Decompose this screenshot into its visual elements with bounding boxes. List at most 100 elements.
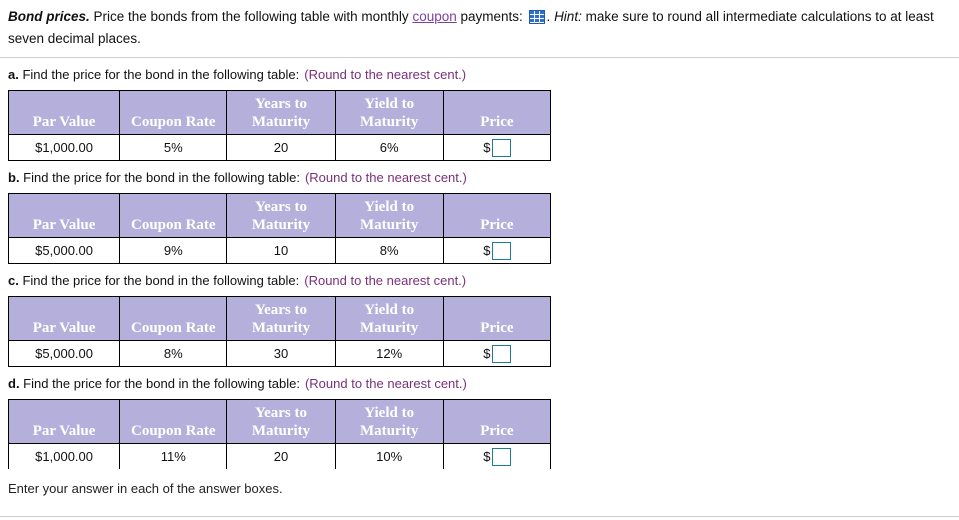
part-b-prompt: b. Find the price for the bond in the fo…: [8, 161, 959, 193]
col-header-par-value-line2: Par Value: [32, 423, 96, 439]
problem-statement: Bond prices. Price the bonds from the fo…: [0, 0, 959, 50]
col-header-years-line1: Years to: [254, 96, 308, 112]
part-a-prompt: a. Find the price for the bond in the fo…: [8, 58, 959, 90]
part-d-prompt-text: Find the price for the bond in the follo…: [19, 376, 300, 391]
col-header-coupon-rate-line2: Coupon Rate: [130, 423, 216, 439]
col-header-years-to-maturity: Years to Maturity: [226, 193, 336, 238]
col-header-yield-to-maturity: Yield to Maturity: [334, 296, 444, 341]
col-header-coupon-rate: Coupon Rate: [119, 399, 228, 444]
col-header-yield-line1: Yield to: [364, 405, 415, 421]
table-header-row: Par Value Coupon Rate Years to Maturity Y…: [8, 399, 551, 444]
dollar-sign: $: [483, 243, 491, 258]
cell-par-value: $1,000.00: [8, 443, 121, 469]
coupon-link[interactable]: coupon: [412, 9, 456, 24]
table-row: $1,000.00 5% 20 6% $: [8, 134, 551, 161]
part-d-letter: d.: [8, 376, 20, 391]
col-header-years-to-maturity: Years to Maturity: [226, 296, 336, 341]
part-a: a. Find the price for the bond in the fo…: [0, 58, 959, 161]
cell-price: $: [442, 134, 551, 161]
part-c-letter: c.: [8, 273, 19, 288]
col-header-yield-to-maturity: Yield to Maturity: [334, 399, 444, 444]
table-row: $1,000.00 11% 20 10% $: [8, 443, 551, 469]
col-header-price-line2: Price: [480, 423, 514, 439]
table-grid-icon[interactable]: [528, 10, 545, 24]
cell-yield-to-maturity: 12%: [334, 340, 444, 367]
part-c: c. Find the price for the bond in the fo…: [0, 264, 959, 367]
table-header-row: Par Value Coupon Rate Years to Maturity Y…: [8, 296, 551, 341]
statement-text-before-link: Price the bonds from the following table…: [89, 9, 413, 24]
cell-years-to-maturity: 10: [226, 237, 336, 264]
col-header-yield-line1: Yield to: [364, 302, 415, 318]
dollar-sign: $: [483, 140, 491, 155]
col-header-years-line2: Maturity: [251, 423, 311, 439]
price-answer-input-a[interactable]: [491, 138, 511, 157]
cell-price: $: [442, 340, 551, 367]
col-header-years-line2: Maturity: [251, 320, 311, 336]
cell-coupon-rate: 11%: [119, 443, 228, 469]
col-header-par-value: Par Value: [8, 296, 121, 341]
col-header-years-to-maturity: Years to Maturity: [226, 399, 336, 444]
col-header-coupon-rate-line2: Coupon Rate: [130, 114, 216, 130]
col-header-yield-line2: Maturity: [360, 114, 419, 130]
col-header-yield-line1: Yield to: [364, 199, 415, 215]
col-header-years-line2: Maturity: [251, 217, 311, 233]
cell-par-value: $5,000.00: [8, 237, 121, 264]
cell-years-to-maturity: 20: [226, 443, 336, 469]
cell-price: $: [442, 237, 551, 264]
hint-label: Hint:: [554, 9, 582, 24]
col-header-par-value: Par Value: [8, 90, 121, 135]
price-answer-input-d[interactable]: [491, 447, 511, 466]
cell-yield-to-maturity: 6%: [334, 134, 444, 161]
cell-years-to-maturity: 30: [226, 340, 336, 367]
col-header-coupon-rate-line2: Coupon Rate: [130, 320, 216, 336]
col-header-yield-to-maturity: Yield to Maturity: [334, 90, 444, 135]
part-d-prompt: d. Find the price for the bond in the fo…: [8, 367, 959, 399]
part-b: b. Find the price for the bond in the fo…: [0, 161, 959, 264]
col-header-par-value-line2: Par Value: [32, 217, 96, 233]
bond-table-d: Par Value Coupon Rate Years to Maturity Y…: [8, 399, 551, 469]
col-header-yield-to-maturity: Yield to Maturity: [334, 193, 444, 238]
col-header-price-line2: Price: [480, 217, 514, 233]
part-a-round-note: (Round to the nearest cent.): [304, 67, 467, 82]
col-header-yield-line2: Maturity: [360, 217, 419, 233]
dollar-sign: $: [483, 346, 491, 361]
statement-period: .: [546, 9, 551, 24]
col-header-years-line2: Maturity: [251, 114, 311, 130]
bottom-divider: [0, 516, 959, 517]
part-d-round-note: (Round to the nearest cent.): [304, 376, 467, 391]
part-c-prompt-text: Find the price for the bond in the follo…: [18, 273, 300, 288]
statement-text-after-link: payments:: [456, 9, 523, 24]
col-header-yield-line2: Maturity: [360, 320, 419, 336]
table-row: $5,000.00 9% 10 8% $: [8, 237, 551, 264]
part-c-prompt: c. Find the price for the bond in the fo…: [8, 264, 959, 296]
table-header-row: Par Value Coupon Rate Years to Maturity Y…: [8, 193, 551, 238]
cell-coupon-rate: 5%: [119, 134, 228, 161]
footer-instruction: Enter your answer in each of the answer …: [8, 481, 283, 496]
cell-years-to-maturity: 20: [226, 134, 336, 161]
col-header-years-line1: Years to: [254, 405, 308, 421]
bond-table-b: Par Value Coupon Rate Years to Maturity Y…: [8, 193, 551, 264]
bond-table-a: Par Value Coupon Rate Years to Maturity Y…: [8, 90, 551, 161]
table-row: $5,000.00 8% 30 12% $: [8, 340, 551, 367]
col-header-coupon-rate-line2: Coupon Rate: [130, 217, 216, 233]
dollar-sign: $: [483, 449, 491, 464]
price-answer-input-b[interactable]: [491, 241, 511, 260]
col-header-coupon-rate: Coupon Rate: [119, 193, 228, 238]
col-header-coupon-rate: Coupon Rate: [119, 296, 228, 341]
problem-title: Bond prices.: [8, 9, 90, 24]
table-header-row: Par Value Coupon Rate Years to Maturity Y…: [8, 90, 551, 135]
col-header-yield-line2: Maturity: [360, 423, 419, 439]
part-b-prompt-text: Find the price for the bond in the follo…: [19, 170, 300, 185]
col-header-years-line1: Years to: [254, 199, 308, 215]
col-header-price-line2: Price: [480, 320, 514, 336]
bond-table-c: Par Value Coupon Rate Years to Maturity Y…: [8, 296, 551, 367]
col-header-price: Price: [442, 193, 551, 238]
price-answer-input-c[interactable]: [491, 344, 511, 363]
col-header-coupon-rate: Coupon Rate: [119, 90, 228, 135]
col-header-years-to-maturity: Years to Maturity: [226, 90, 336, 135]
col-header-par-value: Par Value: [8, 193, 121, 238]
col-header-price: Price: [442, 296, 551, 341]
part-a-prompt-text: Find the price for the bond in the follo…: [18, 67, 300, 82]
part-b-round-note: (Round to the nearest cent.): [304, 170, 467, 185]
cell-price: $: [442, 443, 551, 469]
